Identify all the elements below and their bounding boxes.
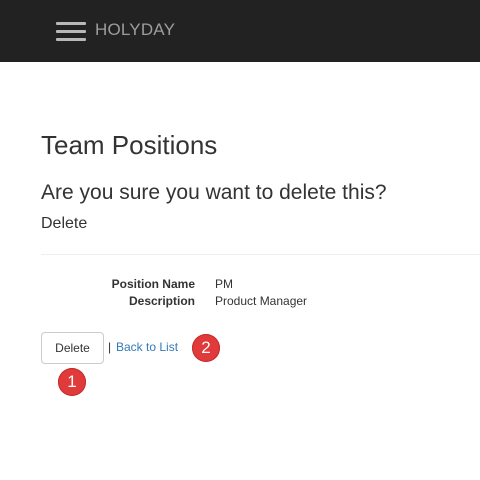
top-navbar: HOLYDAY (0, 0, 480, 62)
page-title: Team Positions (41, 130, 218, 160)
delete-button[interactable]: Delete (41, 332, 104, 364)
hamburger-bar-top (56, 22, 86, 25)
hamburger-bar-bottom (56, 38, 86, 41)
callout-badge-2: 2 (192, 334, 220, 362)
section-subheading: Delete (41, 215, 88, 232)
detail-row-position-name: Position Name PM (0, 277, 480, 293)
detail-row-description: Description Product Manager (0, 294, 480, 310)
position-name-value: PM (215, 277, 233, 291)
link-separator: | (108, 340, 112, 354)
divider (41, 254, 480, 255)
delete-confirmation-heading: Are you sure you want to delete this? (41, 181, 387, 204)
position-name-label: Position Name (111, 277, 195, 291)
brand-link[interactable]: HOLYDAY (95, 20, 175, 40)
hamburger-bar-middle (56, 30, 86, 33)
back-to-list-link[interactable]: Back to List (116, 340, 178, 354)
description-value: Product Manager (215, 294, 308, 308)
description-label: Description (128, 294, 195, 308)
callout-badge-1: 1 (58, 368, 86, 396)
hamburger-menu-icon[interactable] (56, 22, 86, 42)
